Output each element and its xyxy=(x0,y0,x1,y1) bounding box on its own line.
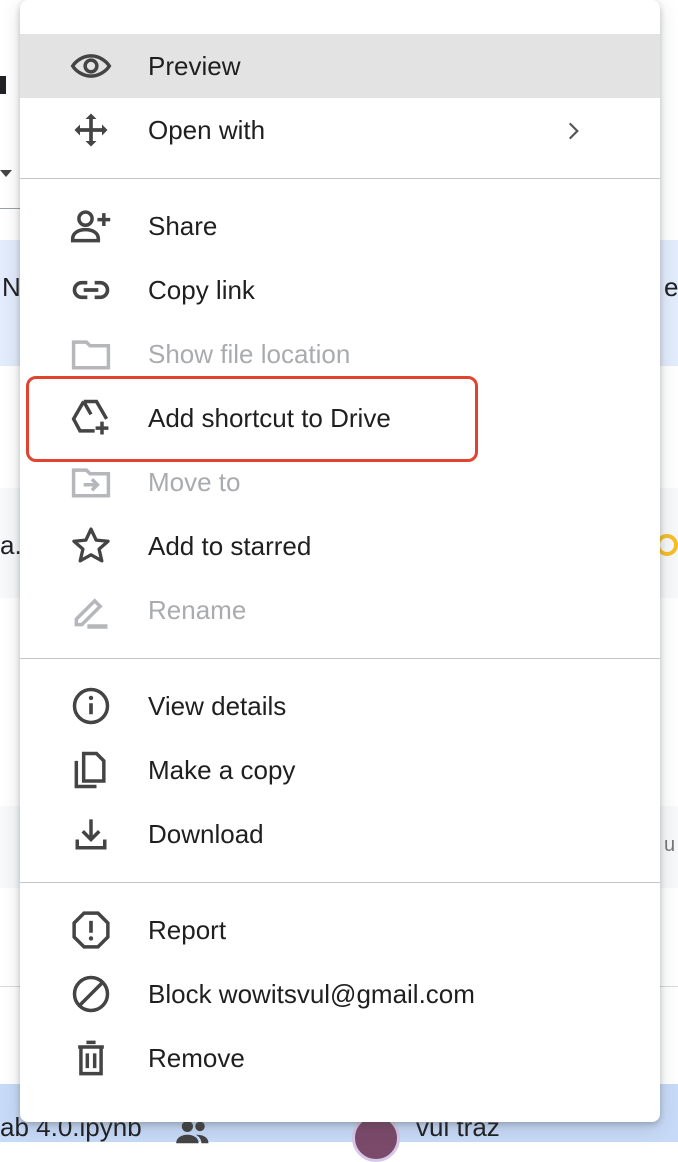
background-divider xyxy=(0,208,22,209)
menu-item-share[interactable]: Share xyxy=(20,194,660,258)
menu-item-rename[interactable]: Rename xyxy=(20,578,660,642)
block-icon xyxy=(68,972,114,1016)
folder-move-icon xyxy=(68,460,114,504)
download-icon xyxy=(68,812,114,856)
highlight-annotation xyxy=(26,376,478,462)
menu-item-label: Move to xyxy=(148,466,241,497)
trash-icon xyxy=(68,1036,114,1080)
chevron-right-icon xyxy=(568,122,579,140)
menu-divider xyxy=(20,178,660,179)
background-text-fragment: N xyxy=(2,272,21,302)
pencil-icon xyxy=(68,588,114,632)
menu-item-open-with[interactable]: Open with xyxy=(20,98,660,162)
menu-item-remove[interactable]: Remove xyxy=(20,1026,660,1090)
move-arrows-icon xyxy=(68,108,114,152)
background-text-fragment: e xyxy=(664,272,678,302)
menu-item-label: Make a copy xyxy=(148,754,296,785)
menu-item-label: Show file location xyxy=(148,338,351,369)
menu-item-label: Download xyxy=(148,818,264,849)
menu-item-copy-link[interactable]: Copy link xyxy=(20,258,660,322)
menu-item-label: Block wowitsvul@gmail.com xyxy=(148,978,475,1009)
link-icon xyxy=(68,268,114,312)
context-menu: Preview Open with Share Copy link Show f… xyxy=(20,0,660,1122)
copy-icon xyxy=(68,748,114,792)
menu-divider xyxy=(20,658,660,659)
report-icon xyxy=(68,908,114,952)
menu-divider xyxy=(20,882,660,883)
background-dropdown-caret xyxy=(0,170,12,177)
menu-item-report[interactable]: Report xyxy=(20,898,660,962)
menu-item-label: Preview xyxy=(148,50,241,81)
menu-item-label: Remove xyxy=(148,1042,245,1073)
info-icon xyxy=(68,684,114,728)
menu-item-label: Copy link xyxy=(148,274,255,305)
menu-item-download[interactable]: Download xyxy=(20,802,660,866)
menu-item-label: Open with xyxy=(148,114,266,145)
eye-icon xyxy=(68,44,114,88)
menu-item-label: Share xyxy=(148,210,218,241)
folder-icon xyxy=(68,332,114,376)
background-fragment xyxy=(0,76,6,94)
menu-item-label: Add to starred xyxy=(148,530,312,561)
menu-item-view-details[interactable]: View details xyxy=(20,674,660,738)
menu-item-label: View details xyxy=(148,690,287,721)
background-text-fragment: u xyxy=(664,834,676,856)
menu-item-make-a-copy[interactable]: Make a copy xyxy=(20,738,660,802)
menu-item-label: Rename xyxy=(148,594,247,625)
menu-item-label: Report xyxy=(148,914,227,945)
menu-item-block-user[interactable]: Block wowitsvul@gmail.com xyxy=(20,962,660,1026)
person-add-icon xyxy=(68,204,114,248)
menu-item-preview[interactable]: Preview xyxy=(20,34,660,98)
star-icon xyxy=(68,524,114,568)
menu-item-add-to-starred[interactable]: Add to starred xyxy=(20,514,660,578)
